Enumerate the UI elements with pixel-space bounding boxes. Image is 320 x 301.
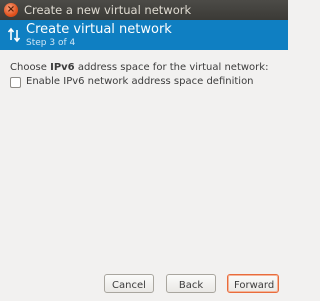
cancel-button[interactable]: Cancel (104, 274, 154, 293)
network-arrows-icon (7, 27, 21, 43)
enable-ipv6-checkbox[interactable] (10, 77, 21, 88)
wizard-content: Choose IPv6 address space for the virtua… (10, 62, 282, 88)
prompt-text-after: address space for the virtual network: (74, 62, 269, 73)
back-button[interactable]: Back (166, 274, 216, 293)
wizard-title: Create virtual network (26, 22, 172, 37)
prompt-text-bold: IPv6 (50, 62, 75, 73)
enable-ipv6-label[interactable]: Enable IPv6 network address space defini… (26, 76, 254, 87)
prompt-text-before: Choose (10, 62, 51, 73)
close-icon[interactable]: × (4, 3, 18, 17)
forward-button[interactable]: Forward (227, 274, 279, 293)
window-title: Create a new virtual network (24, 3, 192, 17)
wizard-header: Create virtual network Step 3 of 4 (0, 20, 288, 50)
wizard-step: Step 3 of 4 (26, 38, 76, 48)
ipv6-prompt: Choose IPv6 address space for the virtua… (10, 62, 282, 73)
window-titlebar: × Create a new virtual network (0, 0, 288, 20)
